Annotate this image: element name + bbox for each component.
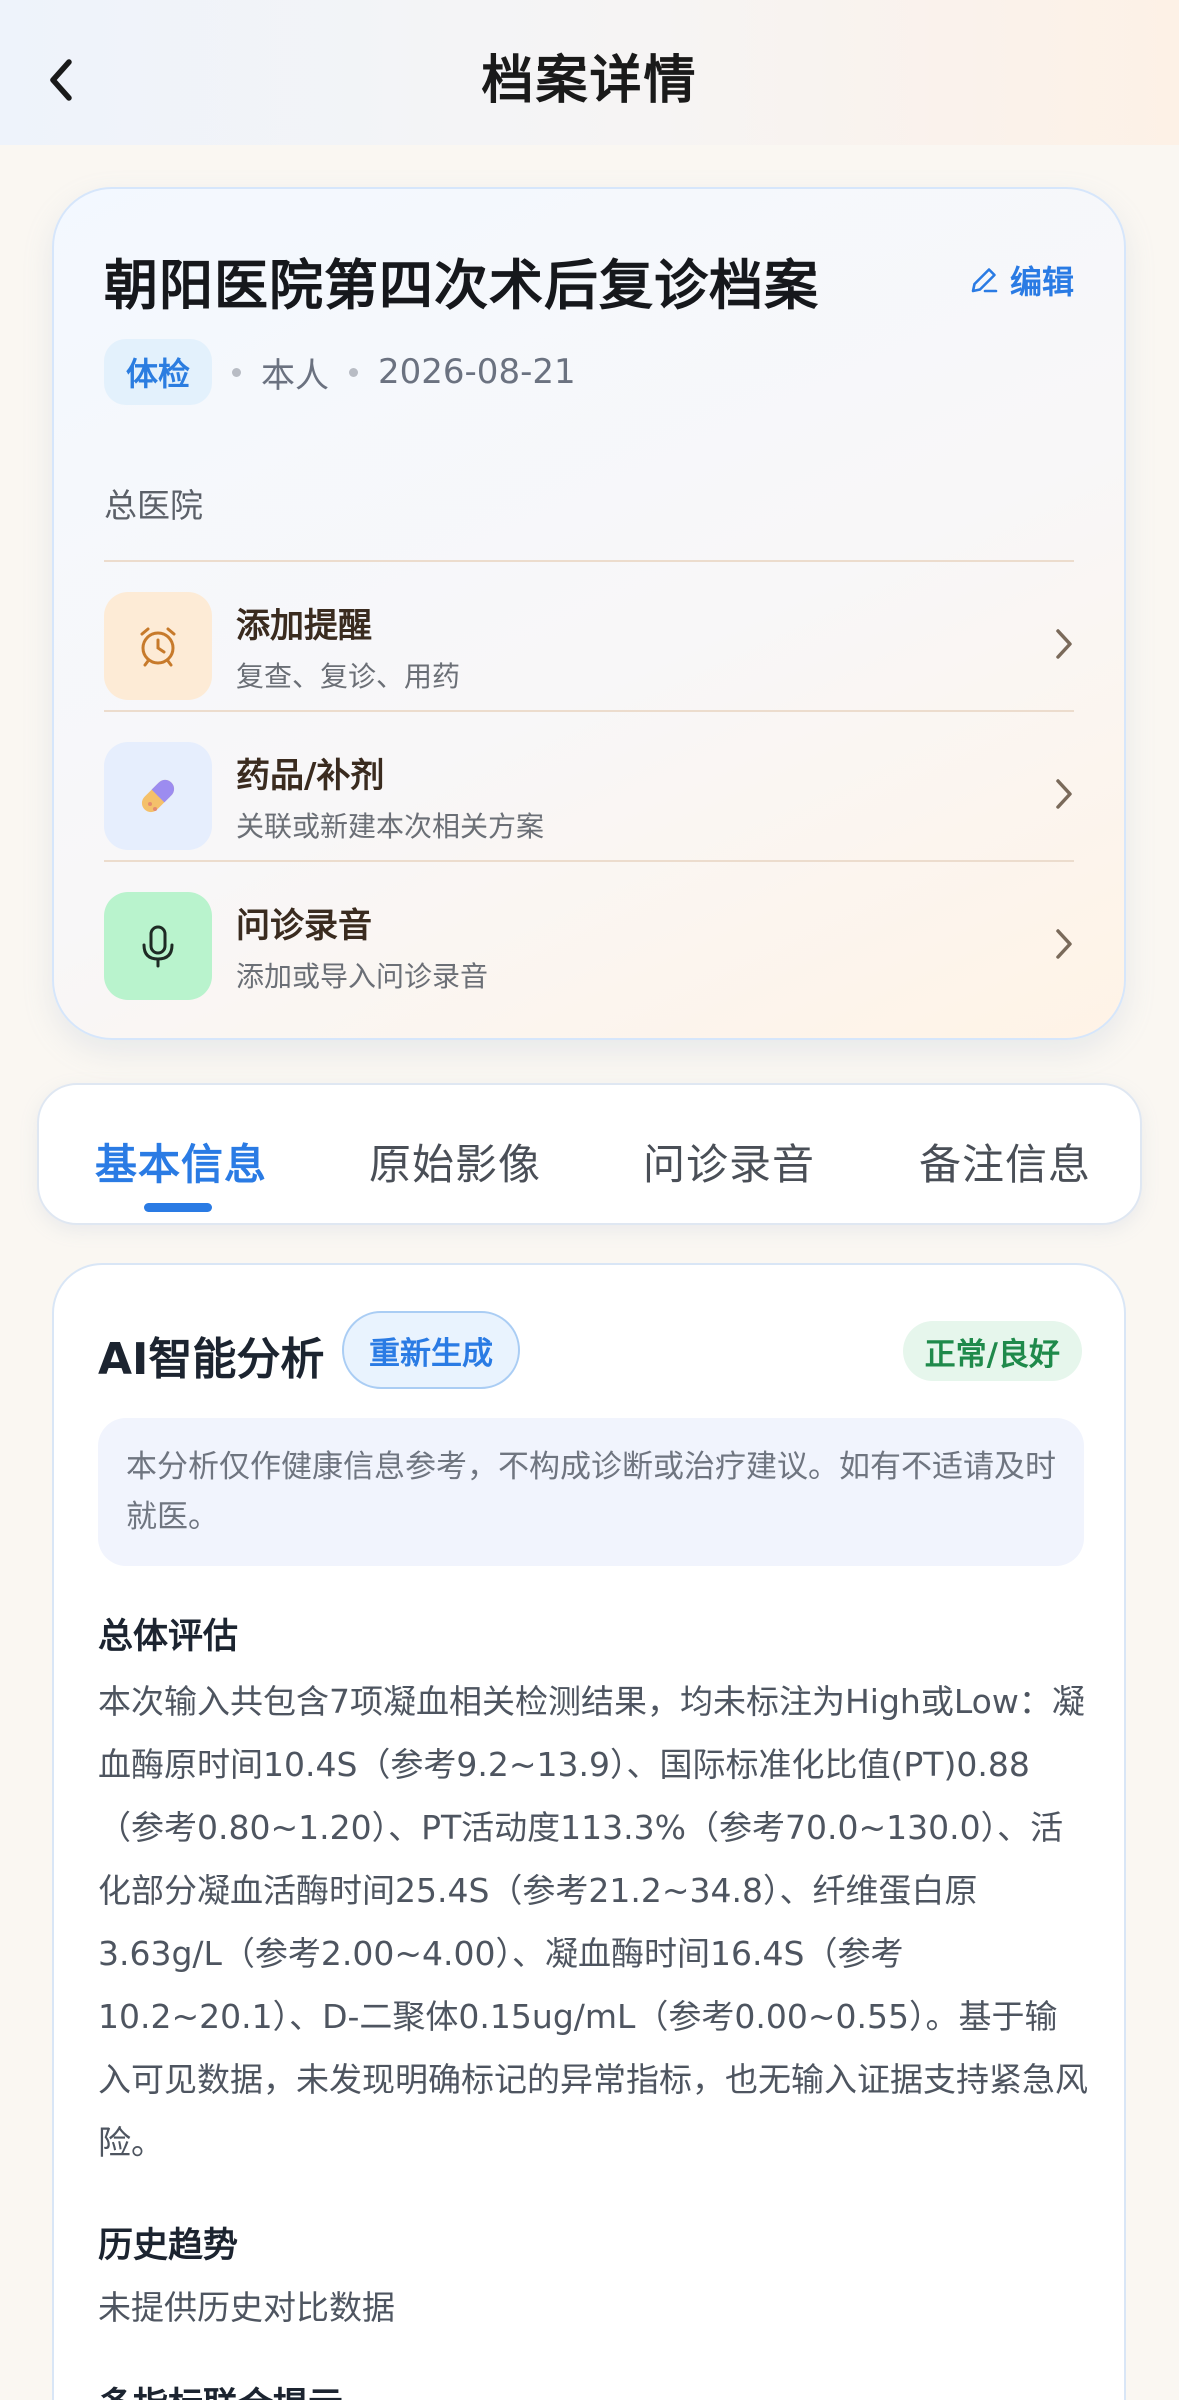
- tab-original-images[interactable]: 原始影像: [369, 1131, 541, 1192]
- ai-analysis-title: AI智能分析: [98, 1334, 325, 1385]
- separator-dot: [349, 367, 359, 377]
- section-body-overall: 本次输入共包含7项凝血相关检测结果，均未标注为High或Low：凝血酶原时间10…: [98, 1682, 1088, 2162]
- alarm-clock-icon: [104, 592, 212, 700]
- action-title: 药品/补剂: [236, 755, 385, 796]
- section-body-history: 未提供历史对比数据: [98, 2288, 395, 2327]
- divider: [104, 860, 1074, 862]
- hospital-name: 总医院: [104, 486, 203, 525]
- edit-button[interactable]: 编辑: [968, 257, 1074, 303]
- tab-notes[interactable]: 备注信息: [919, 1131, 1091, 1192]
- chevron-right-icon: [1054, 927, 1074, 965]
- action-title: 添加提醒: [236, 605, 372, 646]
- record-card: 朝阳医院第四次术后复诊档案 编辑 体检 本人 2026-08-21 总医院 添加…: [52, 187, 1126, 1040]
- regenerate-button[interactable]: 重新生成: [342, 1311, 520, 1389]
- action-subtitle: 关联或新建本次相关方案: [236, 809, 545, 843]
- tab-bar: 基本信息 原始影像 问诊录音 备注信息: [37, 1083, 1142, 1225]
- divider: [104, 710, 1074, 712]
- action-add-reminder[interactable]: 添加提醒 复查、复诊、用药: [104, 591, 1074, 701]
- chevron-right-icon: [1054, 777, 1074, 815]
- tab-basic-info[interactable]: 基本信息: [95, 1131, 267, 1192]
- section-title-combined: 多指标联合提示: [98, 2377, 343, 2400]
- top-header: 档案详情: [0, 0, 1179, 145]
- active-tab-indicator: [144, 1203, 212, 1212]
- pill-icon: [104, 742, 212, 850]
- section-title-history: 历史趋势: [98, 2226, 239, 2266]
- record-person: 本人: [261, 355, 330, 396]
- record-date: 2026-08-21: [378, 352, 576, 392]
- page-title: 档案详情: [481, 51, 698, 111]
- record-meta: 体检 本人 2026-08-21: [104, 339, 576, 405]
- action-medicine[interactable]: 药品/补剂 关联或新建本次相关方案: [104, 741, 1074, 851]
- microphone-icon: [104, 892, 212, 1000]
- section-title-overall: 总体评估: [98, 1617, 239, 1657]
- status-badge: 正常/良好: [902, 1321, 1082, 1381]
- tab-consult-recording[interactable]: 问诊录音: [643, 1131, 815, 1192]
- ai-analysis-card: AI智能分析 重新生成 正常/良好 本分析仅作健康信息参考，不构成诊断或治疗建议…: [52, 1263, 1126, 2400]
- pencil-icon: [971, 268, 998, 293]
- separator-dot: [232, 367, 242, 377]
- edit-label: 编辑: [1009, 263, 1074, 301]
- action-subtitle: 复查、复诊、用药: [236, 659, 461, 693]
- disclaimer-box: 本分析仅作健康信息参考，不构成诊断或治疗建议。如有不适请及时就医。: [98, 1418, 1084, 1566]
- record-type-badge: 体检: [104, 339, 213, 405]
- action-subtitle: 添加或导入问诊录音: [236, 959, 489, 993]
- action-recording[interactable]: 问诊录音 添加或导入问诊录音: [104, 891, 1074, 1001]
- record-title: 朝阳医院第四次术后复诊档案: [104, 254, 819, 317]
- chevron-right-icon: [1054, 627, 1074, 665]
- action-title: 问诊录音: [236, 905, 372, 946]
- divider: [104, 560, 1074, 562]
